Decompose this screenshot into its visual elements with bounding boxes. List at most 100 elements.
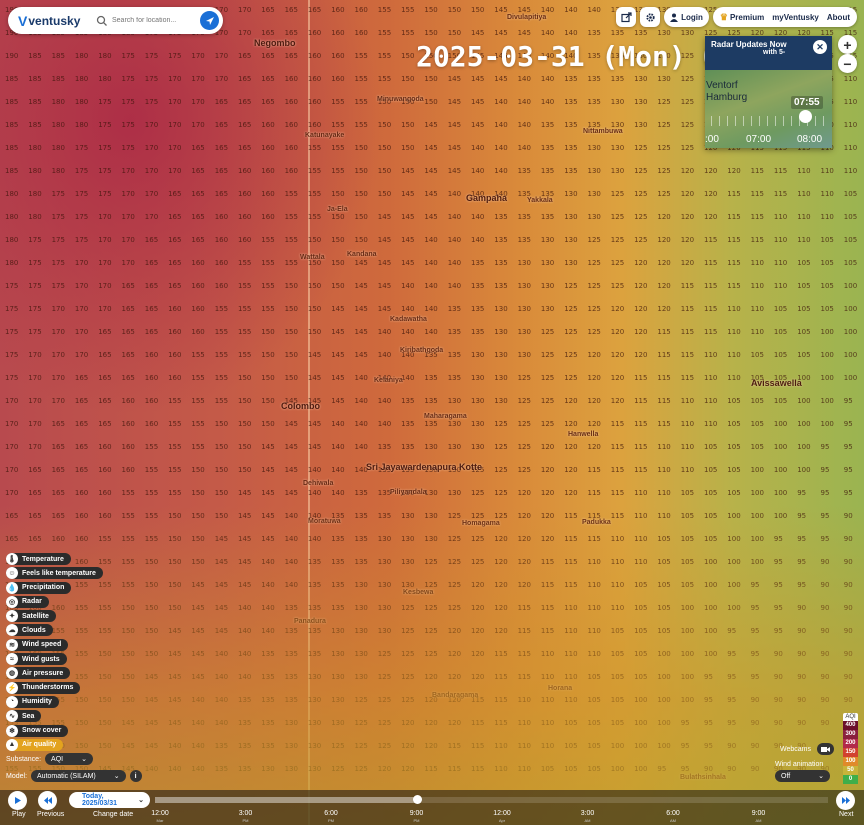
aqi-map-value: 135 bbox=[587, 29, 601, 37]
layer-item-wind-gusts[interactable]: ≈ Wind gusts bbox=[6, 653, 67, 666]
place-label[interactable]: Minuwangoda bbox=[377, 96, 424, 103]
layer-item-humidity[interactable]: ◔ Humidity bbox=[6, 695, 59, 708]
layer-item-precipitation[interactable]: 💧 Precipitation bbox=[6, 581, 72, 594]
place-label[interactable]: Kandana bbox=[347, 251, 377, 258]
zoom-out-button[interactable]: − bbox=[838, 54, 857, 73]
timeline-track[interactable] bbox=[155, 797, 828, 803]
place-label[interactable]: Moratuwa bbox=[308, 518, 341, 525]
aqi-map-value: 100 bbox=[727, 604, 741, 612]
place-label[interactable]: Hanwella bbox=[568, 431, 598, 438]
play-button[interactable] bbox=[8, 791, 27, 810]
about-link[interactable]: About bbox=[827, 13, 850, 22]
place-label[interactable]: Colombo bbox=[281, 401, 320, 411]
webcam-toggle[interactable] bbox=[817, 743, 834, 755]
aqi-map-value: 140 bbox=[331, 466, 345, 474]
aqi-map-value: 100 bbox=[773, 512, 788, 520]
aqi-map-value: 115 bbox=[540, 581, 555, 589]
layer-item-radar[interactable]: ◎ Radar bbox=[6, 595, 49, 608]
substance-select[interactable]: AQI ⌄ bbox=[45, 753, 93, 765]
place-label[interactable]: Ja-Ela bbox=[327, 206, 348, 213]
aqi-map-value: 105 bbox=[820, 259, 834, 267]
model-info-button[interactable]: i bbox=[129, 770, 142, 782]
place-label[interactable]: Kiribathgoda bbox=[400, 347, 443, 354]
layer-item-thunderstorms[interactable]: ⚡ Thunderstorms bbox=[6, 681, 81, 694]
aqi-map-value: 105 bbox=[564, 719, 578, 727]
place-label[interactable]: Negombo bbox=[254, 38, 296, 48]
place-label[interactable]: Horana bbox=[548, 685, 572, 692]
aqi-map-value: 105 bbox=[820, 282, 834, 290]
layer-item-clouds[interactable]: ☁ Clouds bbox=[6, 624, 53, 637]
zoom-in-button[interactable]: + bbox=[838, 35, 857, 54]
aqi-map-value: 95 bbox=[843, 420, 853, 428]
place-label[interactable]: Yakkala bbox=[527, 197, 553, 204]
next-button[interactable] bbox=[836, 791, 855, 810]
place-label[interactable]: Gampaha bbox=[466, 193, 507, 203]
layer-item-feels-like-temperature[interactable]: ☺ Feels like temperature bbox=[6, 567, 103, 580]
layer-item-wind-speed[interactable]: ≋ Wind speed bbox=[6, 638, 69, 651]
timeline-tick[interactable]: 9:00 AM bbox=[752, 810, 766, 824]
place-label[interactable]: Wattala bbox=[300, 254, 325, 261]
previous-button[interactable] bbox=[38, 791, 57, 810]
place-label[interactable]: Sri Jayawardenapura Kotte bbox=[366, 462, 482, 472]
close-icon[interactable]: ✕ bbox=[813, 40, 827, 54]
timeline-tick[interactable]: 3:00 AM bbox=[581, 810, 595, 824]
place-label[interactable]: Kadawatha bbox=[390, 316, 427, 323]
timeline-tick[interactable]: 12:00 Mar bbox=[151, 810, 169, 824]
aqi-map-value: 125 bbox=[657, 98, 671, 106]
place-label[interactable]: Piliyandala bbox=[390, 489, 427, 496]
aqi-map-value: 160 bbox=[331, 75, 345, 83]
timeline-tick-sub: AM bbox=[755, 818, 762, 823]
aqi-map-value: 165 bbox=[191, 144, 205, 152]
premium-link[interactable]: ♛ Premium bbox=[720, 12, 764, 23]
my-ventusky-link[interactable]: myVentusky bbox=[772, 13, 819, 22]
layer-item-temperature[interactable]: 🌡 Temperature bbox=[6, 553, 71, 565]
layer-item-sea[interactable]: ∿ Sea bbox=[6, 710, 42, 723]
place-label[interactable]: Kesbewa bbox=[403, 589, 433, 596]
aqi-map-value: 135 bbox=[517, 167, 531, 175]
layer-item-satellite[interactable]: ✦ Satellite bbox=[6, 610, 56, 623]
aqi-map-value: 145 bbox=[401, 190, 415, 198]
place-label[interactable]: Dehiwala bbox=[303, 480, 333, 487]
timeline-tick[interactable]: 9:00 PM bbox=[410, 810, 424, 824]
aqi-map-value: 165 bbox=[214, 167, 229, 175]
aqi-map-value: 135 bbox=[471, 305, 485, 313]
locate-button[interactable] bbox=[200, 11, 219, 30]
model-select[interactable]: Automatic (SILAM) ⌄ bbox=[31, 770, 126, 782]
place-label[interactable]: Avissawella bbox=[751, 378, 802, 388]
aqi-level: 50 bbox=[843, 766, 858, 775]
timeline-tick[interactable]: 3:00 PM bbox=[239, 810, 253, 824]
layer-item-snow-cover[interactable]: ❄ Snow cover bbox=[6, 724, 69, 737]
aqi-map-value: 90 bbox=[820, 581, 830, 589]
aqi-map-value: 170 bbox=[121, 213, 135, 221]
aqi-map-value: 155 bbox=[238, 328, 252, 336]
place-label[interactable]: Padukka bbox=[582, 519, 611, 526]
aqi-map-value: 180 bbox=[51, 98, 65, 106]
aqi-map-value: 170 bbox=[51, 351, 65, 359]
place-label[interactable]: Katunayake bbox=[305, 132, 344, 139]
timeline-tick[interactable]: 12:00 Apr bbox=[493, 810, 511, 824]
place-label[interactable]: Homagama bbox=[462, 520, 500, 527]
place-label[interactable]: Bulathsinhala bbox=[680, 774, 726, 781]
place-label[interactable]: Maharagama bbox=[424, 413, 467, 420]
timeline-tick[interactable]: 6:00 AM bbox=[666, 810, 680, 824]
aqi-map-value: 90 bbox=[750, 742, 760, 750]
timeline-tick[interactable]: 6:00 PM bbox=[324, 810, 338, 824]
place-label[interactable]: Divulapitiya bbox=[507, 14, 546, 21]
place-label[interactable]: Panadura bbox=[294, 618, 326, 625]
wind-animation-select[interactable]: Off ⌄ bbox=[775, 770, 830, 782]
radar-promo-popup[interactable]: Radar Updates Now with 5- ✕ Ventorf Hamb… bbox=[705, 36, 832, 148]
ventusky-logo[interactable]: V ventusky bbox=[8, 13, 94, 29]
aqi-map-value: 165 bbox=[238, 144, 252, 152]
settings-button[interactable] bbox=[640, 7, 661, 27]
search-input[interactable] bbox=[112, 17, 198, 24]
layer-item-air-pressure[interactable]: ◍ Air pressure bbox=[6, 667, 71, 680]
share-button[interactable] bbox=[616, 7, 637, 27]
aqi-map-value: 145 bbox=[447, 75, 462, 83]
layer-item-air-quality[interactable]: ▲ Air quality bbox=[6, 738, 64, 751]
aqi-map-value: 120 bbox=[657, 305, 671, 313]
date-select[interactable]: Today, 2025/03/31 ⌄ bbox=[69, 792, 150, 808]
place-label[interactable]: Kelaniya bbox=[374, 377, 403, 384]
place-label[interactable]: Bandaragama bbox=[432, 692, 478, 699]
place-label[interactable]: Nittambuwa bbox=[583, 128, 623, 135]
login-button[interactable]: Login bbox=[664, 7, 709, 27]
